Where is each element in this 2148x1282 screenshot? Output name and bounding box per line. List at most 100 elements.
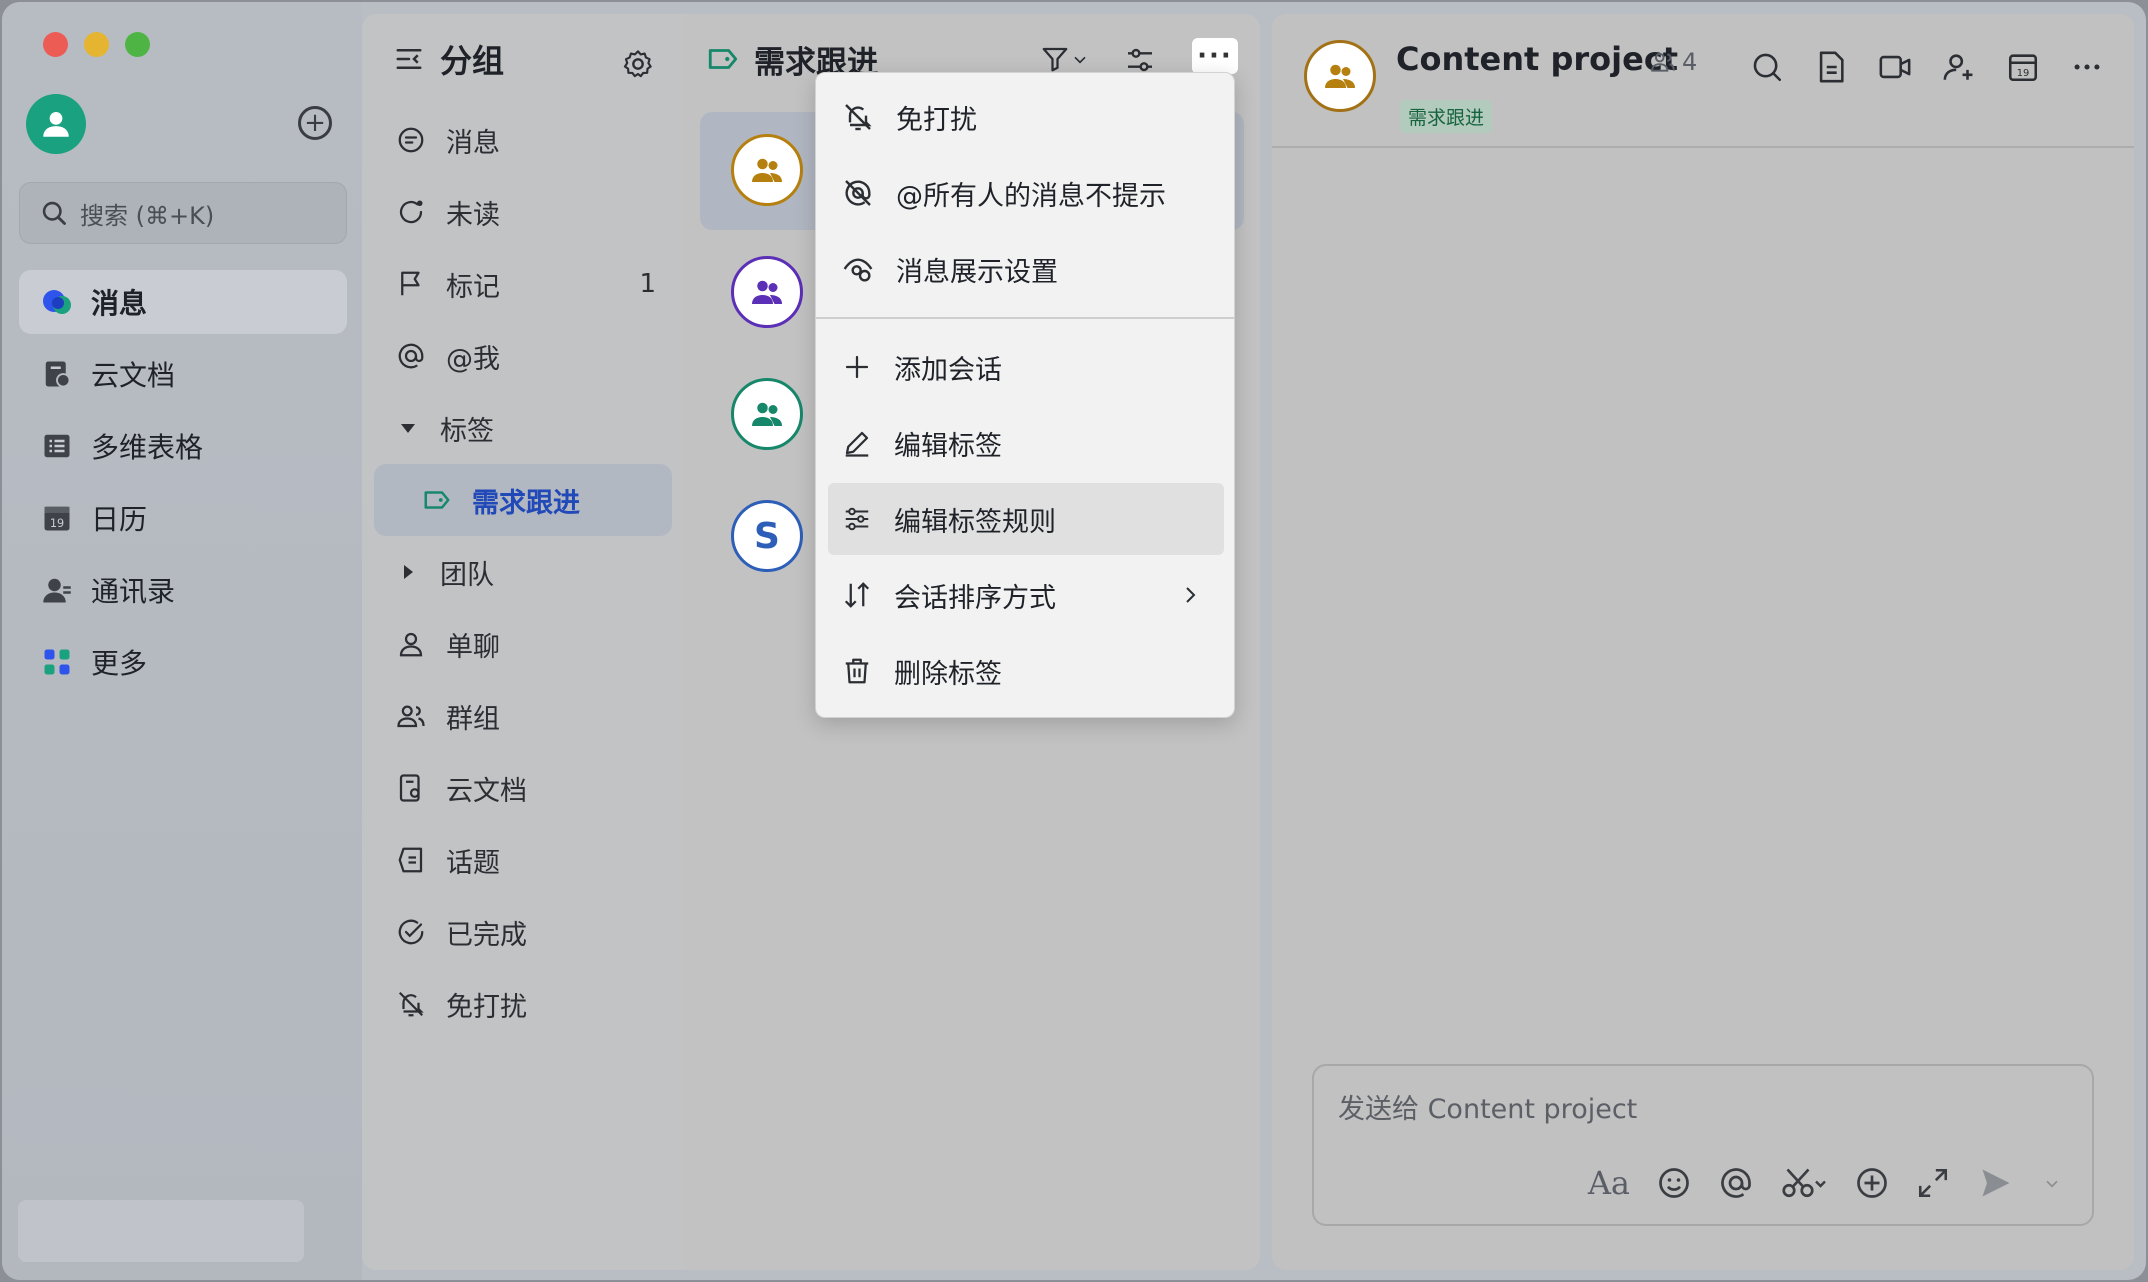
nav-item-contacts[interactable]: 通讯录 — [19, 558, 347, 622]
members-icon — [1651, 52, 1675, 72]
search-icon[interactable] — [1750, 50, 1784, 84]
menu-item-edit-tag[interactable]: 编辑标签 — [828, 407, 1224, 479]
left-sidebar: + 搜索 (⌘+K) 消息 云文档 多维表格 19 日历 通讯录 更多 — [2, 2, 362, 1280]
menu-item-add-chat[interactable]: 添加会话 — [828, 331, 1224, 403]
create-button[interactable]: + — [298, 106, 332, 140]
video-call-icon[interactable] — [1878, 50, 1912, 84]
group-label: 未读 — [446, 199, 500, 231]
group-item-mentions[interactable]: @我 — [362, 320, 684, 392]
menu-item-mute[interactable]: 免打扰 — [828, 81, 1224, 153]
more-icon[interactable] — [2070, 50, 2104, 84]
nav-label: 消息 — [91, 287, 148, 320]
group-label: 已完成 — [446, 919, 527, 951]
nav-item-base[interactable]: 多维表格 — [19, 414, 347, 478]
mention-icon[interactable] — [1718, 1165, 1754, 1201]
group-label: 需求跟进 — [472, 487, 580, 519]
group-item-tags[interactable]: 标签 — [362, 392, 684, 464]
chat-avatar[interactable] — [1304, 40, 1376, 112]
send-icon[interactable] — [1976, 1165, 2016, 1201]
send-options-icon[interactable] — [2042, 1165, 2062, 1201]
tag-options-menu: 免打扰 @所有人的消息不提示 消息展示设置 添加会话 编辑标签 编辑标签规则 会… — [815, 72, 1235, 718]
person-icon — [399, 632, 423, 657]
add-member-icon[interactable] — [1942, 50, 1976, 84]
search-box[interactable]: 搜索 (⌘+K) — [19, 182, 347, 244]
nav-label: 更多 — [91, 647, 148, 680]
group-label: 话题 — [446, 847, 500, 879]
svg-text:19: 19 — [2017, 68, 2030, 79]
chat-title[interactable]: Content project — [1396, 40, 1678, 78]
group-label: @我 — [446, 343, 500, 375]
chat-avatar — [731, 134, 803, 206]
group-icon — [752, 402, 782, 426]
calendar-icon[interactable]: 19 — [2006, 50, 2040, 84]
user-avatar[interactable] — [26, 94, 86, 154]
group-icon — [397, 705, 425, 728]
doc-icon — [399, 774, 420, 802]
group-item-tag-requirement[interactable]: 需求跟进 — [374, 464, 672, 536]
chevron-down-icon — [1074, 56, 1086, 64]
group-item-teams[interactable]: 团队 — [362, 536, 684, 608]
group-item-topics[interactable]: 话题 — [362, 824, 684, 896]
messages-icon — [41, 286, 73, 318]
nav-item-calendar[interactable]: 19 日历 — [19, 486, 347, 550]
menu-item-display-settings[interactable]: 消息展示设置 — [828, 233, 1224, 305]
group-item-direct[interactable]: 单聊 — [362, 608, 684, 680]
more-options-button[interactable]: ··· — [1192, 38, 1238, 74]
collapse-icon[interactable] — [394, 44, 424, 74]
nav-label: 云文档 — [91, 359, 176, 392]
menu-item-label: 消息展示设置 — [896, 256, 1058, 288]
calendar-icon: 19 — [41, 502, 73, 534]
expand-icon[interactable] — [1916, 1166, 1950, 1200]
bell-off-icon — [398, 991, 424, 1017]
at-mute-icon — [845, 180, 871, 206]
svg-text:19: 19 — [50, 517, 64, 530]
group-label: 免打扰 — [446, 991, 527, 1023]
group-item-muted[interactable]: 免打扰 — [362, 968, 684, 1040]
minimize-window-button[interactable] — [84, 32, 109, 57]
message-input[interactable] — [1338, 1094, 2038, 1125]
member-count[interactable]: 4 — [1650, 48, 1697, 76]
nav-item-messages[interactable]: 消息 — [19, 270, 347, 334]
nav-label: 日历 — [91, 503, 148, 536]
menu-item-edit-tag-rules[interactable]: 编辑标签规则 — [828, 483, 1224, 555]
menu-item-label: 编辑标签规则 — [894, 506, 1056, 538]
emoji-icon[interactable] — [1656, 1165, 1692, 1201]
avatar-initial: S — [754, 515, 780, 557]
menu-item-mute-at-all[interactable]: @所有人的消息不提示 — [828, 157, 1224, 229]
menu-item-label: 免打扰 — [896, 104, 977, 136]
screenshot-scissors-icon[interactable] — [1780, 1165, 1828, 1201]
nav-item-more[interactable]: 更多 — [19, 630, 347, 694]
group-icon — [1325, 64, 1355, 88]
maximize-window-button[interactable] — [125, 32, 150, 57]
display-settings-icon — [843, 258, 873, 282]
profile-status-bar[interactable] — [18, 1200, 304, 1262]
group-item-unread[interactable]: 未读 — [362, 176, 684, 248]
group-item-done[interactable]: 已完成 — [362, 896, 684, 968]
group-label: 团队 — [440, 559, 494, 591]
flag-icon — [401, 271, 420, 296]
group-item-flagged[interactable]: 标记 1 — [362, 248, 684, 320]
flagged-count: 1 — [639, 269, 656, 299]
sliders-icon — [845, 507, 869, 531]
group-icon — [752, 280, 782, 304]
add-attachment-icon[interactable] — [1854, 1165, 1890, 1201]
group-item-messages[interactable]: 消息 — [362, 104, 684, 176]
nav-item-docs[interactable]: 云文档 — [19, 342, 347, 406]
trash-icon — [845, 658, 869, 684]
filter-button[interactable] — [1040, 44, 1090, 74]
chevron-right-icon — [1186, 587, 1196, 603]
caret-down-icon — [401, 424, 415, 433]
menu-item-sort-order[interactable]: 会话排序方式 — [828, 559, 1224, 631]
search-placeholder: 搜索 (⌘+K) — [80, 201, 215, 230]
group-label: 标记 — [446, 271, 500, 303]
group-item-docs[interactable]: 云文档 — [362, 752, 684, 824]
group-item-groups[interactable]: 群组 — [362, 680, 684, 752]
menu-item-label: 编辑标签 — [894, 430, 1002, 462]
menu-item-delete-tag[interactable]: 删除标签 — [828, 635, 1224, 707]
unread-icon — [399, 200, 423, 224]
chat-tag-badge[interactable]: 需求跟进 — [1400, 100, 1493, 133]
gear-icon[interactable] — [622, 48, 654, 80]
document-icon[interactable] — [1814, 50, 1848, 84]
text-format-icon[interactable]: Aa — [1588, 1164, 1630, 1202]
close-window-button[interactable] — [43, 32, 68, 57]
